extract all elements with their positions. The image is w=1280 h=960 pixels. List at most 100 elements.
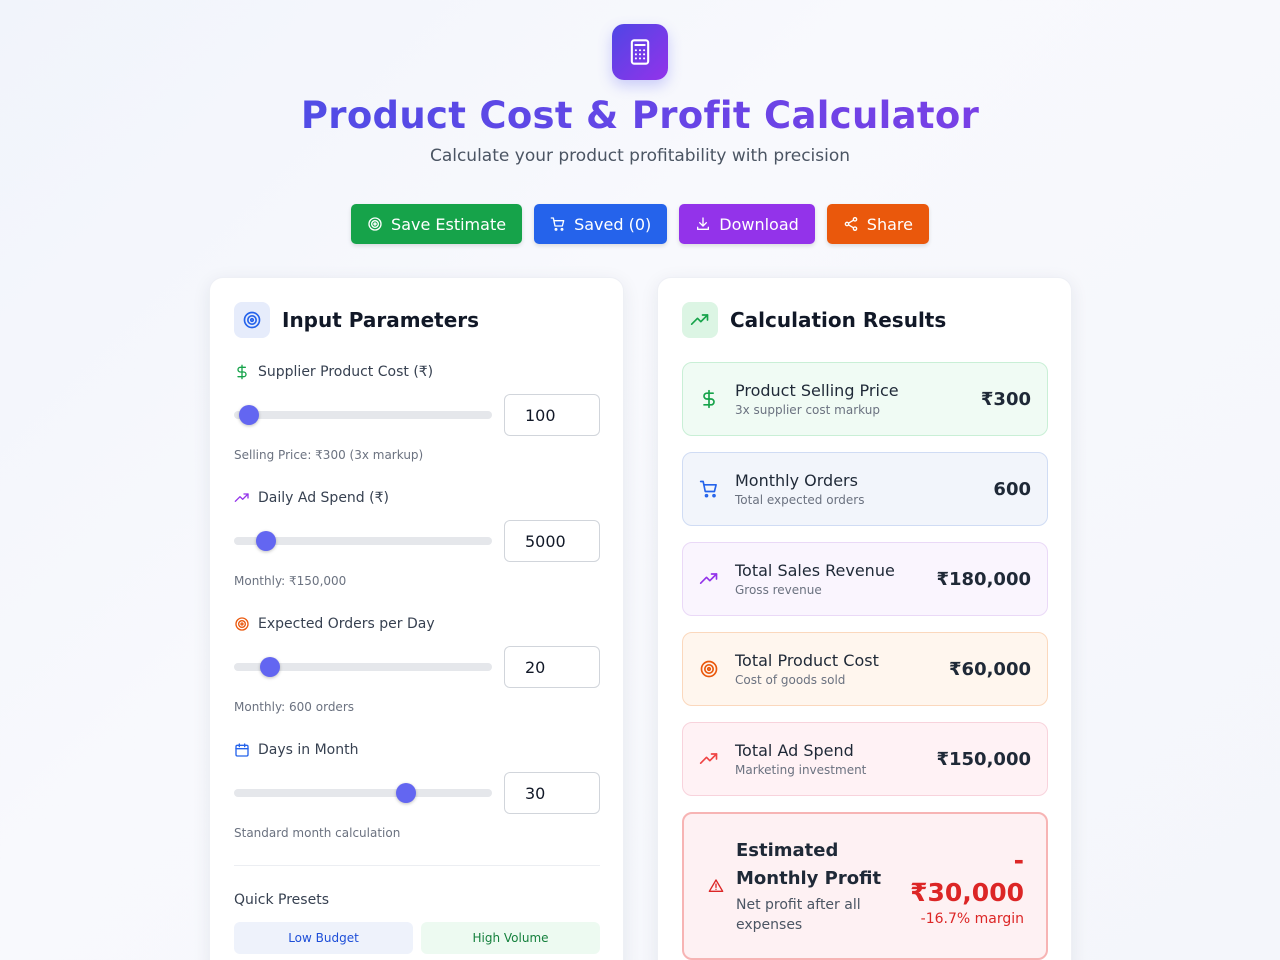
preset-high-volume-button[interactable]: High Volume <box>421 922 600 954</box>
supplier-cost-controls <box>234 394 600 436</box>
ad-spend-controls <box>234 520 600 562</box>
page-header: Product Cost & Profit Calculator Calcula… <box>0 24 1280 166</box>
result-sub: 3x supplier cost markup <box>735 403 880 417</box>
saved-label: Saved (0) <box>574 214 652 234</box>
ad-spend-input[interactable] <box>504 520 600 562</box>
result-monthly-orders: Monthly Orders Total expected orders 600 <box>682 452 1048 526</box>
trending-up-icon <box>699 749 719 769</box>
cart-icon <box>699 479 719 499</box>
input-parameters-card: Input Parameters Supplier Product Cost (… <box>209 277 624 960</box>
slider-thumb[interactable] <box>238 405 259 425</box>
target-icon <box>699 659 719 679</box>
ad-spend-slider[interactable] <box>234 531 492 551</box>
result-label: Monthly Orders <box>735 471 858 490</box>
result-label: Total Product Cost <box>735 651 879 670</box>
download-icon <box>697 217 710 230</box>
result-text: Monthly Orders Total expected orders <box>735 471 993 507</box>
download-button[interactable]: Download <box>679 204 815 244</box>
cart-icon <box>550 217 565 231</box>
days-input[interactable] <box>504 772 600 814</box>
share-icon <box>844 217 858 231</box>
trending-up-icon <box>682 302 718 338</box>
profit-sub: Net profit after all expenses <box>736 897 861 933</box>
profit-figures: - ₹30,000 -16.7% margin <box>910 845 1024 927</box>
result-label: Product Selling Price <box>735 381 899 400</box>
target-icon <box>234 302 270 338</box>
days-slider[interactable] <box>234 783 492 803</box>
profit-text: Estimated Monthly Profit Net profit afte… <box>736 837 910 935</box>
supplier-cost-input[interactable] <box>504 394 600 436</box>
profit-sign: - <box>1013 846 1024 875</box>
calendar-icon <box>235 743 249 757</box>
results-card-header: Calculation Results <box>682 302 1047 338</box>
result-sub: Total expected orders <box>735 493 865 507</box>
download-label: Download <box>719 214 799 234</box>
result-total-sales-revenue: Total Sales Revenue Gross revenue ₹180,0… <box>682 542 1048 616</box>
result-sub: Cost of goods sold <box>735 673 846 687</box>
days-controls <box>234 772 600 814</box>
result-sub: Gross revenue <box>735 583 822 597</box>
share-button[interactable]: Share <box>826 204 929 244</box>
action-bar: Save Estimate Saved (0) Download Share <box>0 204 1280 244</box>
ad-spend-param: Daily Ad Spend (₹) Monthly: ₹150,000 <box>234 488 600 588</box>
result-label: Total Ad Spend <box>735 741 854 760</box>
days-label: Days in Month <box>258 742 359 758</box>
dollar-icon <box>237 364 247 380</box>
days-note: Standard month calculation <box>234 826 401 840</box>
calculation-results-card: Calculation Results Product Selling Pric… <box>657 277 1072 960</box>
ad-spend-label-row: Daily Ad Spend (₹) <box>234 488 600 508</box>
dollar-icon <box>699 389 719 409</box>
input-card-title: Input Parameters <box>282 308 480 332</box>
page-subtitle: Calculate your product profitability wit… <box>429 146 851 166</box>
days-in-month-param: Days in Month Standard month calculation <box>234 740 600 840</box>
orders-note: Monthly: 600 orders <box>234 700 354 714</box>
ad-spend-note: Monthly: ₹150,000 <box>234 574 347 588</box>
orders-slider[interactable] <box>234 657 492 677</box>
result-total-ad-spend: Total Ad Spend Marketing investment ₹150… <box>682 722 1048 796</box>
supplier-cost-slider[interactable] <box>234 405 492 425</box>
days-label-row: Days in Month <box>234 740 600 760</box>
estimated-profit-panel: Estimated Monthly Profit Net profit afte… <box>682 812 1048 960</box>
preset-low-budget-button[interactable]: Low Budget <box>234 922 413 954</box>
result-value: ₹300 <box>980 388 1031 410</box>
result-sub: Marketing investment <box>735 763 867 777</box>
slider-thumb[interactable] <box>259 657 280 677</box>
slider-thumb[interactable] <box>255 531 276 551</box>
ad-spend-label: Daily Ad Spend (₹) <box>258 490 389 506</box>
save-estimate-label: Save Estimate <box>391 214 507 234</box>
trending-up-icon <box>234 493 249 502</box>
orders-input[interactable] <box>504 646 600 688</box>
supplier-cost-label: Supplier Product Cost (₹) <box>258 364 434 380</box>
result-text: Product Selling Price 3x supplier cost m… <box>735 381 981 417</box>
target-icon <box>368 217 382 231</box>
result-value: ₹60,000 <box>949 658 1031 680</box>
result-value: ₹150,000 <box>936 748 1031 770</box>
result-selling-price: Product Selling Price 3x supplier cost m… <box>682 362 1048 436</box>
supplier-cost-note: Selling Price: ₹300 (3x markup) <box>234 448 424 462</box>
page-title: Product Cost & Profit Calculator <box>0 94 1280 138</box>
result-text: Total Sales Revenue Gross revenue <box>735 561 936 597</box>
alert-triangle-icon <box>708 879 724 892</box>
orders-label: Expected Orders per Day <box>258 616 435 632</box>
results-card-title: Calculation Results <box>730 308 947 332</box>
quick-presets-title: Quick Presets <box>234 892 329 908</box>
orders-controls <box>234 646 600 688</box>
orders-label-row: Expected Orders per Day <box>234 614 600 634</box>
input-card-header: Input Parameters <box>234 302 599 338</box>
trending-up-icon <box>699 569 719 589</box>
result-text: Total Ad Spend Marketing investment <box>735 741 936 777</box>
save-estimate-button[interactable]: Save Estimate <box>351 204 523 244</box>
result-text: Total Product Cost Cost of goods sold <box>735 651 949 687</box>
profit-title: Estimated Monthly Profit <box>736 840 882 889</box>
quick-presets: Low Budget High Volume <box>234 922 600 954</box>
result-total-product-cost: Total Product Cost Cost of goods sold ₹6… <box>682 632 1048 706</box>
profit-value: - ₹30,000 <box>910 845 1024 909</box>
result-value: ₹180,000 <box>936 568 1031 590</box>
supplier-cost-label-row: Supplier Product Cost (₹) <box>234 362 600 382</box>
slider-thumb[interactable] <box>396 783 417 803</box>
result-value: 600 <box>993 478 1031 500</box>
saved-button[interactable]: Saved (0) <box>534 204 668 244</box>
divider <box>234 865 600 866</box>
orders-per-day-param: Expected Orders per Day Monthly: 600 ord… <box>234 614 600 714</box>
profit-margin: -16.7% margin <box>920 911 1024 927</box>
